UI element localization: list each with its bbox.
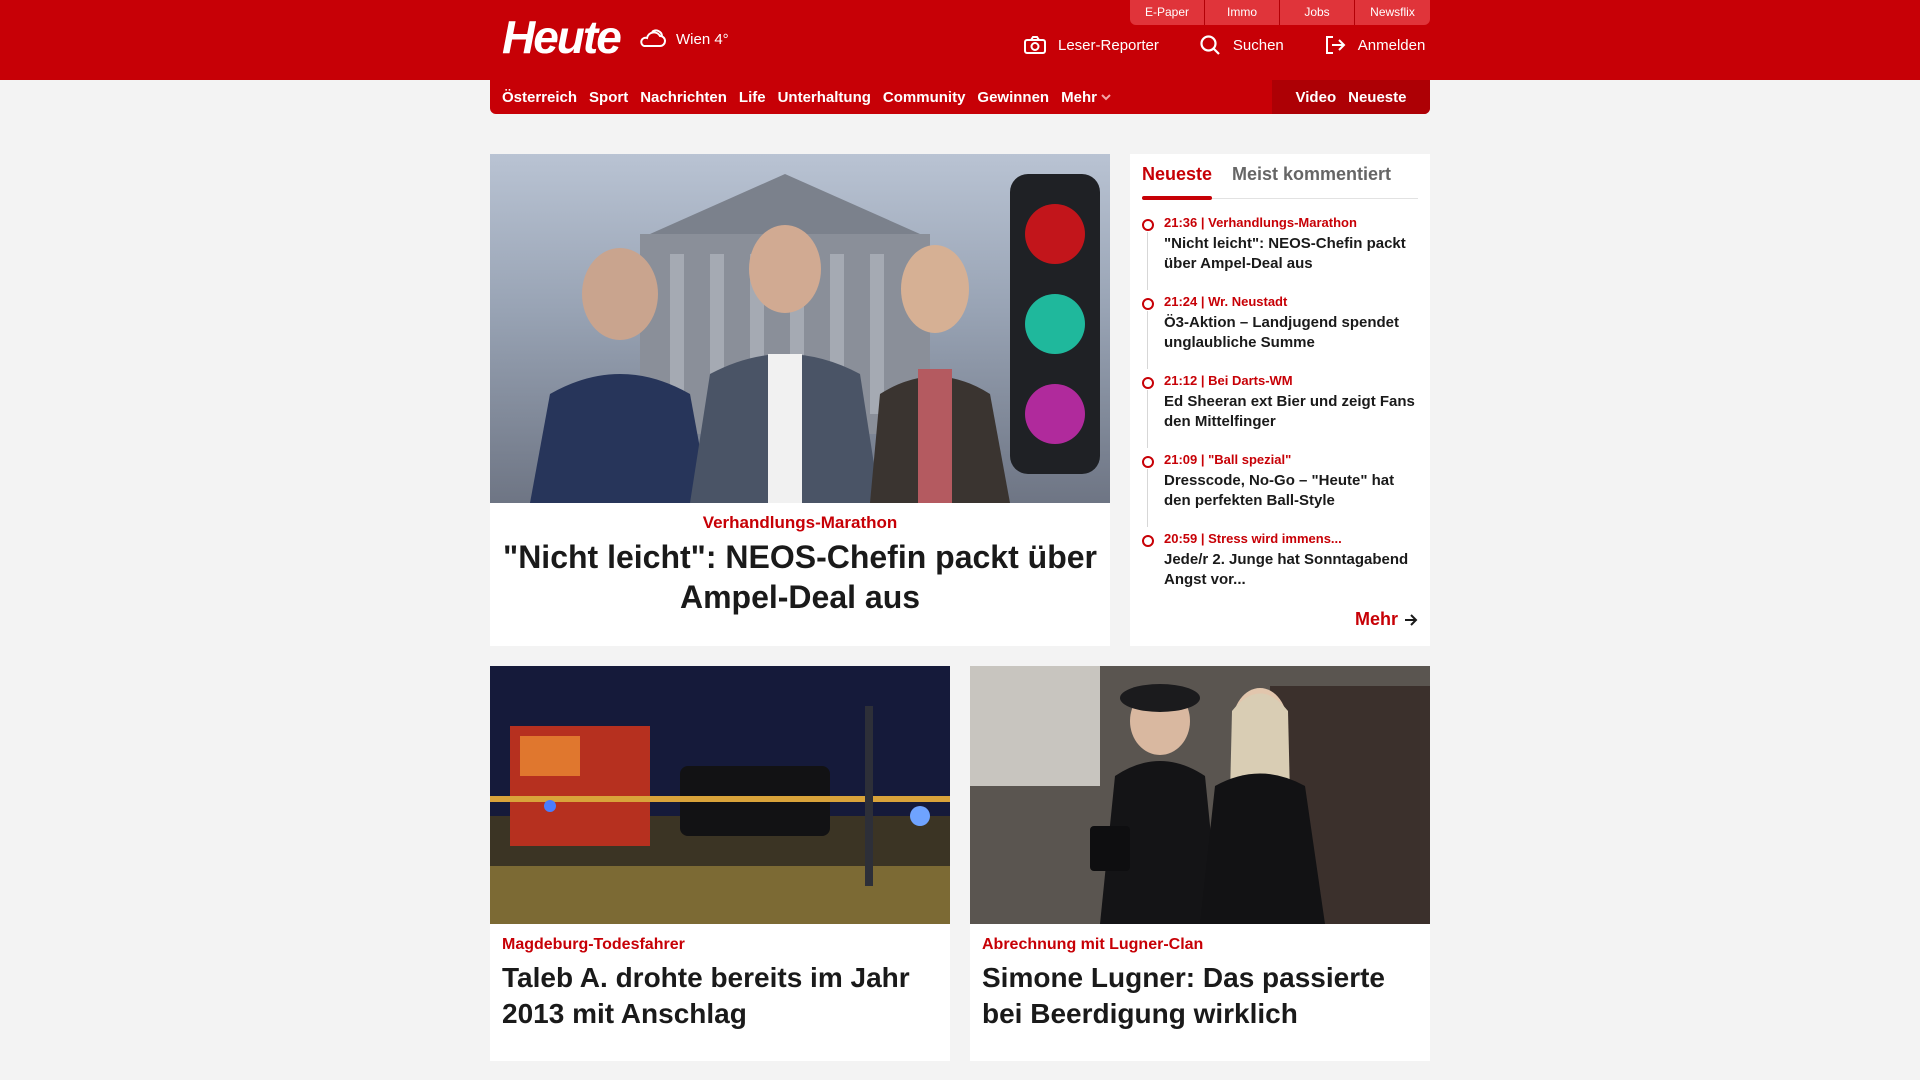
login-icon: [1325, 36, 1346, 54]
news-sidebar: Neueste Meist kommentiert 21:36 | Verhan…: [1130, 154, 1430, 646]
nav-right: Video Neueste: [1272, 80, 1430, 114]
weather-text: Wien 4°: [676, 30, 729, 48]
feed-item[interactable]: 21:12 | Bei Darts-WM Ed Sheeran ext Bier…: [1142, 372, 1418, 451]
sidebar-more-link[interactable]: Mehr: [1355, 609, 1418, 630]
feed-item-title: Ed Sheeran ext Bier und zeigt Fans den M…: [1164, 393, 1415, 430]
article-card-image[interactable]: [490, 666, 950, 924]
hero-article[interactable]: Verhandlungs-Marathon "Nicht leicht": NE…: [490, 154, 1110, 646]
hero-title[interactable]: "Nicht leicht": NEOS-Chefin packt über A…: [490, 537, 1110, 617]
feed-item-title: Jede/r 2. Junge hat Sonntagabend Angst v…: [1164, 551, 1409, 588]
nav-more-dropdown[interactable]: Mehr: [1061, 89, 1111, 106]
top-link-newsflix[interactable]: Newsflix: [1355, 0, 1430, 25]
camera-icon: [1024, 36, 1046, 54]
feed-item-meta: 20:59 | Stress wird immens...: [1164, 531, 1342, 546]
login-button[interactable]: Anmelden: [1324, 35, 1426, 55]
search-icon: [1200, 35, 1220, 55]
article-card-title[interactable]: Taleb A. drohte bereits im Jahr 2013 mit…: [502, 960, 938, 1032]
nav-item-life[interactable]: Life: [739, 89, 766, 106]
hero-photo-illustration: [530, 174, 1100, 503]
chevron-down-icon: [1101, 94, 1111, 101]
article-card[interactable]: Magdeburg-Todesfahrer Taleb A. drohte be…: [490, 666, 950, 1061]
weather-widget[interactable]: Wien 4°: [638, 26, 729, 52]
hero-image[interactable]: [490, 154, 1110, 503]
sidebar-tabs: Neueste Meist kommentiert: [1142, 154, 1418, 200]
top-link-jobs[interactable]: Jobs: [1280, 0, 1355, 25]
article-card-kicker: Magdeburg-Todesfahrer: [502, 936, 685, 953]
reporter-button[interactable]: Leser-Reporter: [1024, 36, 1159, 54]
cloud-sun-icon: [640, 29, 666, 47]
feed-item-title: "Nicht leicht": NEOS-Chefin packt über A…: [1164, 235, 1406, 272]
feed-item[interactable]: 21:24 | Wr. Neustadt Ö3-Aktion – Landjug…: [1142, 293, 1418, 372]
tab-meist-kommentiert[interactable]: Meist kommentiert: [1232, 164, 1391, 185]
tab-neueste[interactable]: Neueste: [1142, 164, 1213, 200]
nav-item-neueste[interactable]: Neueste: [1348, 89, 1406, 106]
feed-item-meta: 21:36 | Verhandlungs-Marathon: [1164, 215, 1357, 230]
site-logo[interactable]: Heute: [502, 10, 622, 64]
article-card-body: Abrechnung mit Lugner-Clan Simone Lugner…: [970, 924, 1430, 1032]
feed-item[interactable]: 21:09 | "Ball spezial" Dresscode, No-Go …: [1142, 451, 1418, 530]
hero-kicker: Verhandlungs-Marathon: [702, 513, 898, 532]
main-nav: Österreich Sport Nachrichten Life Unterh…: [490, 80, 1430, 114]
news-feed: 21:36 | Verhandlungs-Marathon "Nicht lei…: [1142, 214, 1418, 609]
funeral-scene-illustration: [970, 666, 1430, 924]
nav-item-unterhaltung[interactable]: Unterhaltung: [778, 89, 871, 106]
article-card-body: Magdeburg-Todesfahrer Taleb A. drohte be…: [490, 924, 950, 1032]
search-button[interactable]: Suchen: [1199, 34, 1284, 56]
article-card-image[interactable]: [970, 666, 1430, 924]
feed-item-title: Dresscode, No-Go – "Heute" hat den perfe…: [1164, 472, 1395, 509]
article-card[interactable]: Abrechnung mit Lugner-Clan Simone Lugner…: [970, 666, 1430, 1061]
hero-caption: Verhandlungs-Marathon "Nicht leicht": NE…: [490, 503, 1110, 617]
sidebar-more-label: Mehr: [1354, 609, 1398, 629]
article-card-kicker: Abrechnung mit Lugner-Clan: [982, 936, 1204, 953]
feed-item[interactable]: 20:59 | Stress wird immens... Jede/r 2. …: [1142, 530, 1418, 609]
night-scene-illustration: [490, 666, 950, 924]
login-label: Anmelden: [1357, 36, 1426, 54]
top-links: E-Paper Immo Jobs Newsflix: [1130, 0, 1430, 25]
feed-item-meta: 21:09 | "Ball spezial": [1164, 452, 1292, 467]
reporter-label: Leser-Reporter: [1058, 36, 1159, 54]
nav-items: Österreich Sport Nachrichten Life Unterh…: [502, 80, 1123, 114]
nav-item-nachrichten[interactable]: Nachrichten: [640, 89, 727, 106]
top-link-epaper[interactable]: E-Paper: [1130, 0, 1205, 25]
nav-item-oesterreich[interactable]: Österreich: [502, 89, 577, 106]
nav-item-video[interactable]: Video: [1296, 89, 1337, 106]
article-card-title[interactable]: Simone Lugner: Das passierte bei Beerdig…: [982, 960, 1418, 1032]
search-label: Suchen: [1232, 36, 1284, 54]
arrow-right-icon: [1405, 613, 1418, 626]
site-header: E-Paper Immo Jobs Newsflix Heute Wien 4°…: [0, 0, 1920, 80]
nav-item-gewinnen[interactable]: Gewinnen: [977, 89, 1049, 106]
feed-item[interactable]: 21:36 | Verhandlungs-Marathon "Nicht lei…: [1142, 214, 1418, 293]
header-actions: Leser-Reporter Suchen Anmelden: [1024, 34, 1465, 56]
feed-item-title: Ö3-Aktion – Landjugend spendet unglaubli…: [1164, 314, 1400, 351]
nav-item-sport[interactable]: Sport: [589, 89, 628, 106]
top-link-immo[interactable]: Immo: [1205, 0, 1280, 25]
feed-item-meta: 21:24 | Wr. Neustadt: [1164, 294, 1288, 309]
feed-item-meta: 21:12 | Bei Darts-WM: [1164, 373, 1293, 388]
nav-item-community[interactable]: Community: [883, 89, 966, 106]
nav-more-label: Mehr: [1061, 88, 1097, 106]
